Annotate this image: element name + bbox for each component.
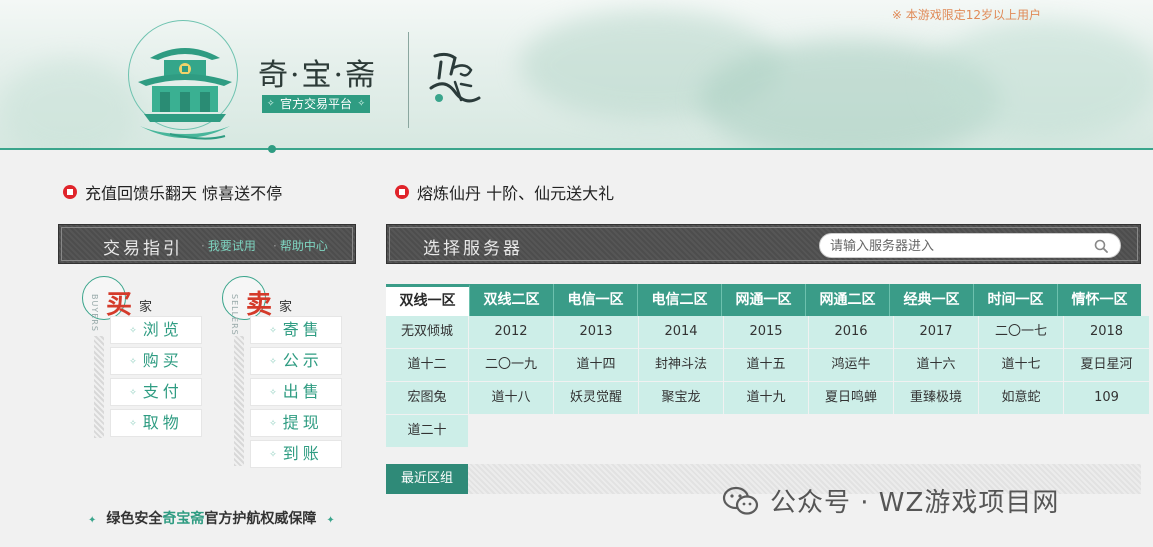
- help-center-link[interactable]: 帮助中心: [273, 237, 328, 254]
- header-line-dot: [268, 145, 276, 153]
- site-subtitle: 官方交易平台: [262, 95, 371, 113]
- region-tab[interactable]: 电信二区: [638, 284, 722, 316]
- server-cell[interactable]: 如意蛇: [979, 382, 1063, 414]
- buyer-char-small: 家: [139, 300, 153, 315]
- server-cell[interactable]: 夏日星河: [1064, 349, 1149, 381]
- buyer-stripe: [94, 336, 104, 438]
- server-cell[interactable]: 2012: [469, 316, 553, 348]
- server-cell[interactable]: 道十八: [469, 382, 553, 414]
- server-cell[interactable]: 道十二: [386, 349, 468, 381]
- site-title: 奇·宝·斋: [258, 58, 378, 93]
- server-cell[interactable]: 2017: [894, 316, 978, 348]
- buyer-vertical-label: BUYERS: [90, 294, 99, 332]
- news-text: 熔炼仙丹 十阶、仙元送大礼: [417, 184, 615, 203]
- pavilion-logo-icon: [138, 48, 232, 140]
- server-region-tabs: 双线一区 双线二区 电信一区 电信二区 网通一区 网通二区 经典一区 时间一区 情怀一区: [386, 284, 1141, 316]
- server-cell[interactable]: 道十六: [894, 349, 978, 381]
- server-cell[interactable]: 2016: [809, 316, 893, 348]
- news-item-2[interactable]: 熔炼仙丹 十阶、仙元送大礼: [395, 180, 614, 204]
- sparkle-icon: ✦: [326, 515, 335, 526]
- buyer-step-pay[interactable]: 支付: [110, 378, 202, 406]
- bullet-icon: [395, 185, 409, 199]
- guarantee-suffix: 官方护航权威保障: [204, 511, 317, 527]
- server-cell[interactable]: 道十四: [554, 349, 638, 381]
- server-cell[interactable]: 二〇一七: [979, 316, 1063, 348]
- news-text: 充值回馈乐翻天 惊喜送不停: [85, 184, 283, 203]
- server-cell[interactable]: 重臻极境: [894, 382, 978, 414]
- guarantee-prefix: 绿色安全: [106, 511, 163, 527]
- seller-step-sell[interactable]: 出售: [250, 378, 342, 406]
- wechat-icon: [722, 486, 759, 515]
- buyer-step-browse[interactable]: 浏览: [110, 316, 202, 344]
- guarantee-brand: 奇宝斋: [162, 511, 205, 527]
- seller-step-publicize[interactable]: 公示: [250, 347, 342, 375]
- region-tab[interactable]: 双线一区: [386, 284, 470, 316]
- server-cell[interactable]: 夏日鸣蝉: [809, 382, 893, 414]
- header-divider: [408, 32, 409, 128]
- trial-link[interactable]: 我要试用: [201, 237, 256, 254]
- server-search-input[interactable]: [830, 237, 1080, 255]
- server-cell[interactable]: 2013: [554, 316, 638, 348]
- buyer-step-collect[interactable]: 取物: [110, 409, 202, 437]
- news-item-1[interactable]: 充值回馈乐翻天 惊喜送不停: [63, 180, 282, 204]
- region-tab[interactable]: 双线二区: [470, 284, 554, 316]
- region-tab[interactable]: 电信一区: [554, 284, 638, 316]
- wechat-watermark: 公众号 · WZ游戏项目网: [722, 482, 1059, 519]
- background-mist: [930, 20, 1153, 140]
- server-search-box: [819, 233, 1121, 258]
- server-cell[interactable]: 鸿运牛: [809, 349, 893, 381]
- server-header: 选择服务器: [386, 224, 1141, 264]
- search-icon[interactable]: [1094, 239, 1108, 253]
- server-cell[interactable]: 聚宝龙: [639, 382, 723, 414]
- server-cell[interactable]: 道二十: [386, 415, 468, 447]
- server-cell[interactable]: 109: [1064, 382, 1149, 414]
- seller-step-withdraw[interactable]: 提现: [250, 409, 342, 437]
- seller-step-received[interactable]: 到账: [250, 440, 342, 468]
- server-cell[interactable]: 道十七: [979, 349, 1063, 381]
- buyer-step-purchase[interactable]: 购买: [110, 347, 202, 375]
- server-title: 选择服务器: [423, 239, 523, 259]
- guide-header: 交易指引 我要试用 帮助中心: [58, 224, 356, 264]
- seller-vertical-label: SELLERS: [230, 294, 239, 336]
- seller-guide: SELLERS 卖 家 寄售 公示 出售 提现 到账: [222, 276, 347, 476]
- bullet-icon: [63, 185, 77, 199]
- seller-char-small: 家: [279, 300, 293, 315]
- region-tab[interactable]: 情怀一区: [1058, 284, 1141, 316]
- server-cell[interactable]: 2015: [724, 316, 808, 348]
- server-grid: 无双倾城 2012 2013 2014 2015 2016 2017 二〇一七 2018 道十二二…: [386, 316, 1149, 447]
- region-tab[interactable]: 网通一区: [722, 284, 806, 316]
- buyer-guide: BUYERS 买 家 浏览 购买 支付 取物: [82, 276, 207, 446]
- region-tab[interactable]: 时间一区: [974, 284, 1058, 316]
- server-cell[interactable]: 道十五: [724, 349, 808, 381]
- header-bottom-line: [270, 148, 1153, 150]
- server-cell[interactable]: 宏图兔: [386, 382, 468, 414]
- server-cell[interactable]: 2014: [639, 316, 723, 348]
- server-cell[interactable]: 无双倾城: [386, 316, 468, 348]
- site-header: ※ 本游戏限定12岁以上用户 奇·宝·斋 官方交易平台 问道: [0, 0, 1153, 150]
- server-cell[interactable]: 2018: [1064, 316, 1149, 348]
- background-mist: [0, 60, 140, 148]
- wendao-brand-logo: 问道: [429, 52, 481, 103]
- seller-step-consign[interactable]: 寄售: [250, 316, 342, 344]
- seller-stripe: [234, 336, 244, 466]
- server-cell[interactable]: 妖灵觉醒: [554, 382, 638, 414]
- server-cell[interactable]: 封神斗法: [639, 349, 723, 381]
- region-tab[interactable]: 经典一区: [890, 284, 974, 316]
- guide-title: 交易指引: [103, 239, 183, 259]
- recent-servers-button[interactable]: 最近区组: [386, 464, 468, 494]
- guarantee-slogan: ✦ 绿色安全奇宝斋官方护航权威保障 ✦: [78, 508, 345, 528]
- watermark-text: 公众号 · WZ游戏项目网: [770, 488, 1060, 518]
- age-notice: ※ 本游戏限定12岁以上用户: [891, 8, 1041, 22]
- server-cell[interactable]: 道十九: [724, 382, 808, 414]
- region-tab[interactable]: 网通二区: [806, 284, 890, 316]
- sparkle-icon: ✦: [88, 515, 97, 526]
- server-cell[interactable]: 二〇一九: [469, 349, 553, 381]
